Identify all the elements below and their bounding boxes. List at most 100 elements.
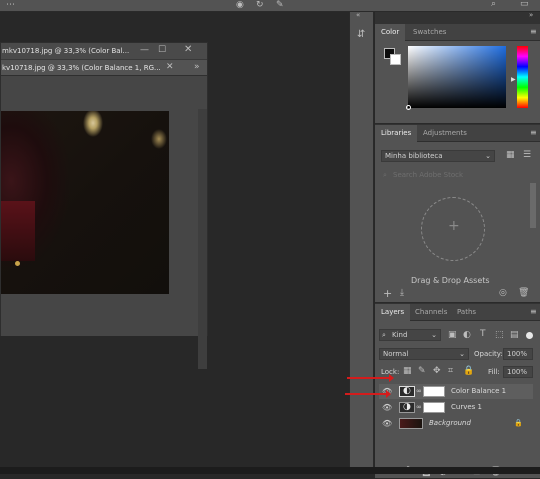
layer-mask-thumbnail[interactable] xyxy=(423,386,445,397)
stock-search-input[interactable]: ⌕ Search Adobe Stock xyxy=(381,169,525,181)
layer-name[interactable]: Color Balance 1 xyxy=(451,387,506,395)
search-icon[interactable]: ⌕ xyxy=(491,0,496,9)
grid-view-icon[interactable]: ▦ xyxy=(506,151,515,160)
lock-position-icon[interactable]: ✥ xyxy=(433,367,441,376)
maximize-icon[interactable]: ☐ xyxy=(158,46,166,55)
adjustment-thumbnail: ◐ xyxy=(399,386,415,397)
tab-close-icon[interactable]: ✕ xyxy=(166,63,174,72)
opacity-value: 100% xyxy=(507,350,528,358)
document-window[interactable]: mkv10718.jpg @ 33,3% (Color Bal... — ☐ ✕… xyxy=(0,42,208,369)
layer-mask-thumbnail[interactable] xyxy=(423,402,445,413)
filter-smart-icon[interactable]: ▤ xyxy=(510,331,519,340)
color-field[interactable] xyxy=(408,46,506,108)
chevron-down-icon: ⌄ xyxy=(431,331,437,339)
layer-lock-icon: 🔒 xyxy=(514,419,523,427)
chevron-down-icon: ⌄ xyxy=(459,350,465,358)
panel-menu-icon[interactable]: ≡ xyxy=(530,28,537,36)
color-picker-marker[interactable] xyxy=(406,105,411,110)
tab-channels[interactable]: Channels xyxy=(409,304,453,321)
stock-search-placeholder: Search Adobe Stock xyxy=(393,171,464,179)
opacity-label: Opacity: xyxy=(474,350,503,358)
tab-adjustments[interactable]: Adjustments xyxy=(417,125,473,142)
workspace-icon[interactable]: ▭ xyxy=(520,0,529,9)
document-canvas[interactable] xyxy=(1,76,207,369)
annotation-arrow xyxy=(345,390,391,398)
rotate-icon[interactable]: ↻ xyxy=(256,1,264,10)
adjustment-thumbnail: ◑ xyxy=(399,402,415,413)
document-tab-label: kv10718.jpg @ 33,3% (Color Balance 1, RG… xyxy=(2,64,161,72)
layer-name[interactable]: Background xyxy=(429,419,471,427)
collapse-icon[interactable]: « xyxy=(356,12,360,19)
tab-paths[interactable]: Paths xyxy=(451,304,482,321)
panels-column: » Color Swatches ≡ ▶ Libraries Adjustmen… xyxy=(375,12,540,479)
chevron-down-icon: ⌄ xyxy=(485,152,491,160)
upload-icon[interactable]: ⤓ xyxy=(400,289,404,298)
lock-transparency-icon[interactable]: ▦ xyxy=(403,367,412,376)
panel-menu-icon[interactable]: ≡ xyxy=(530,308,537,316)
mask-link-icon[interactable]: ∞ xyxy=(416,403,422,411)
lock-artboard-icon[interactable]: ⌗ xyxy=(448,367,453,376)
history-icon[interactable]: ⇵ xyxy=(357,30,365,40)
search-icon: ⌕ xyxy=(383,171,387,179)
layer-row-color-balance[interactable]: 👁 ◐ ∞ Color Balance 1 xyxy=(379,384,533,399)
tab-overflow-icon[interactable]: » xyxy=(194,63,200,72)
close-icon[interactable]: ✕ xyxy=(184,45,192,55)
drop-zone-circle[interactable]: + xyxy=(421,197,485,261)
tab-swatches[interactable]: Swatches xyxy=(407,24,452,41)
expand-panels-icon[interactable]: » xyxy=(529,12,533,19)
visibility-eye-icon[interactable]: 👁 xyxy=(382,419,392,428)
lock-paint-icon[interactable]: ✎ xyxy=(418,367,426,376)
visibility-eye-icon[interactable]: 👁 xyxy=(382,403,392,412)
filter-toggle[interactable] xyxy=(526,332,533,339)
cloud-sync-icon[interactable]: ◎ xyxy=(499,289,507,298)
panel-menu-icon[interactable]: ≡ xyxy=(530,129,537,137)
lock-all-icon[interactable]: 🔒 xyxy=(463,367,474,376)
tab-layers[interactable]: Layers xyxy=(375,304,411,321)
hue-slider-arrow[interactable]: ▶ xyxy=(511,76,516,83)
add-asset-icon[interactable]: + xyxy=(383,288,392,299)
color-balance-icon: ◐ xyxy=(403,386,411,396)
trash-icon[interactable]: 🗑 xyxy=(518,289,529,298)
fill-label: Fill: xyxy=(488,368,500,376)
filter-type-icon[interactable]: T xyxy=(480,330,486,339)
fill-value: 100% xyxy=(507,368,528,376)
list-view-icon[interactable]: ☰ xyxy=(523,151,531,160)
fill-input[interactable]: 100% xyxy=(503,366,533,378)
tab-libraries[interactable]: Libraries xyxy=(375,125,418,142)
search-icon: ⌕ xyxy=(382,331,386,339)
curves-icon: ◑ xyxy=(403,402,411,412)
opacity-input[interactable]: 100% xyxy=(503,348,533,360)
tab-color[interactable]: Color xyxy=(375,24,406,41)
color-panel: Color Swatches ≡ ▶ xyxy=(375,24,540,124)
library-select-value: Minha biblioteca xyxy=(385,152,443,160)
annotation-arrow xyxy=(347,374,394,382)
options-icon[interactable]: ⋯ xyxy=(6,1,15,10)
filter-pixel-icon[interactable]: ▣ xyxy=(448,331,457,340)
image-thumbnail xyxy=(399,418,423,429)
panel-dock-strip: « ⇵ xyxy=(349,12,374,467)
document-titlebar[interactable]: mkv10718.jpg @ 33,3% (Color Bal... — ☐ ✕ xyxy=(1,43,207,60)
snap-icon[interactable]: ◉ xyxy=(236,1,244,10)
filter-shape-icon[interactable]: ⬚ xyxy=(495,331,504,340)
minimize-icon[interactable]: — xyxy=(140,46,149,55)
libraries-scrollbar[interactable] xyxy=(530,183,536,228)
layer-name[interactable]: Curves 1 xyxy=(451,403,482,411)
library-select[interactable]: Minha biblioteca ⌄ xyxy=(381,150,495,162)
options-bar: ⋯ ◉ ↻ ✎ ⌕ ▭ xyxy=(0,0,540,12)
layer-filter-select[interactable]: ⌕ Kind ⌄ xyxy=(379,329,441,341)
layers-panel-tabs: Layers Channels Paths ≡ xyxy=(375,304,540,321)
photo-image xyxy=(1,111,169,294)
hue-slider[interactable] xyxy=(517,46,528,108)
background-swatch[interactable] xyxy=(390,54,401,65)
libraries-panel: Libraries Adjustments ≡ Minha biblioteca… xyxy=(375,125,540,303)
layer-row-curves[interactable]: 👁 ◑ ∞ Curves 1 xyxy=(379,400,533,415)
layer-filter-value: Kind xyxy=(392,331,408,339)
add-icon: + xyxy=(448,218,460,234)
filter-adjustment-icon[interactable]: ◐ xyxy=(463,331,471,340)
mask-link-icon[interactable]: ∞ xyxy=(416,387,422,395)
layer-row-background[interactable]: 👁 Background 🔒 xyxy=(379,416,533,431)
document-scrollbar[interactable] xyxy=(198,109,207,369)
blend-mode-select[interactable]: Normal ⌄ xyxy=(379,348,469,360)
document-tab[interactable]: kv10718.jpg @ 33,3% (Color Balance 1, RG… xyxy=(1,60,207,76)
brush-icon[interactable]: ✎ xyxy=(276,1,284,10)
